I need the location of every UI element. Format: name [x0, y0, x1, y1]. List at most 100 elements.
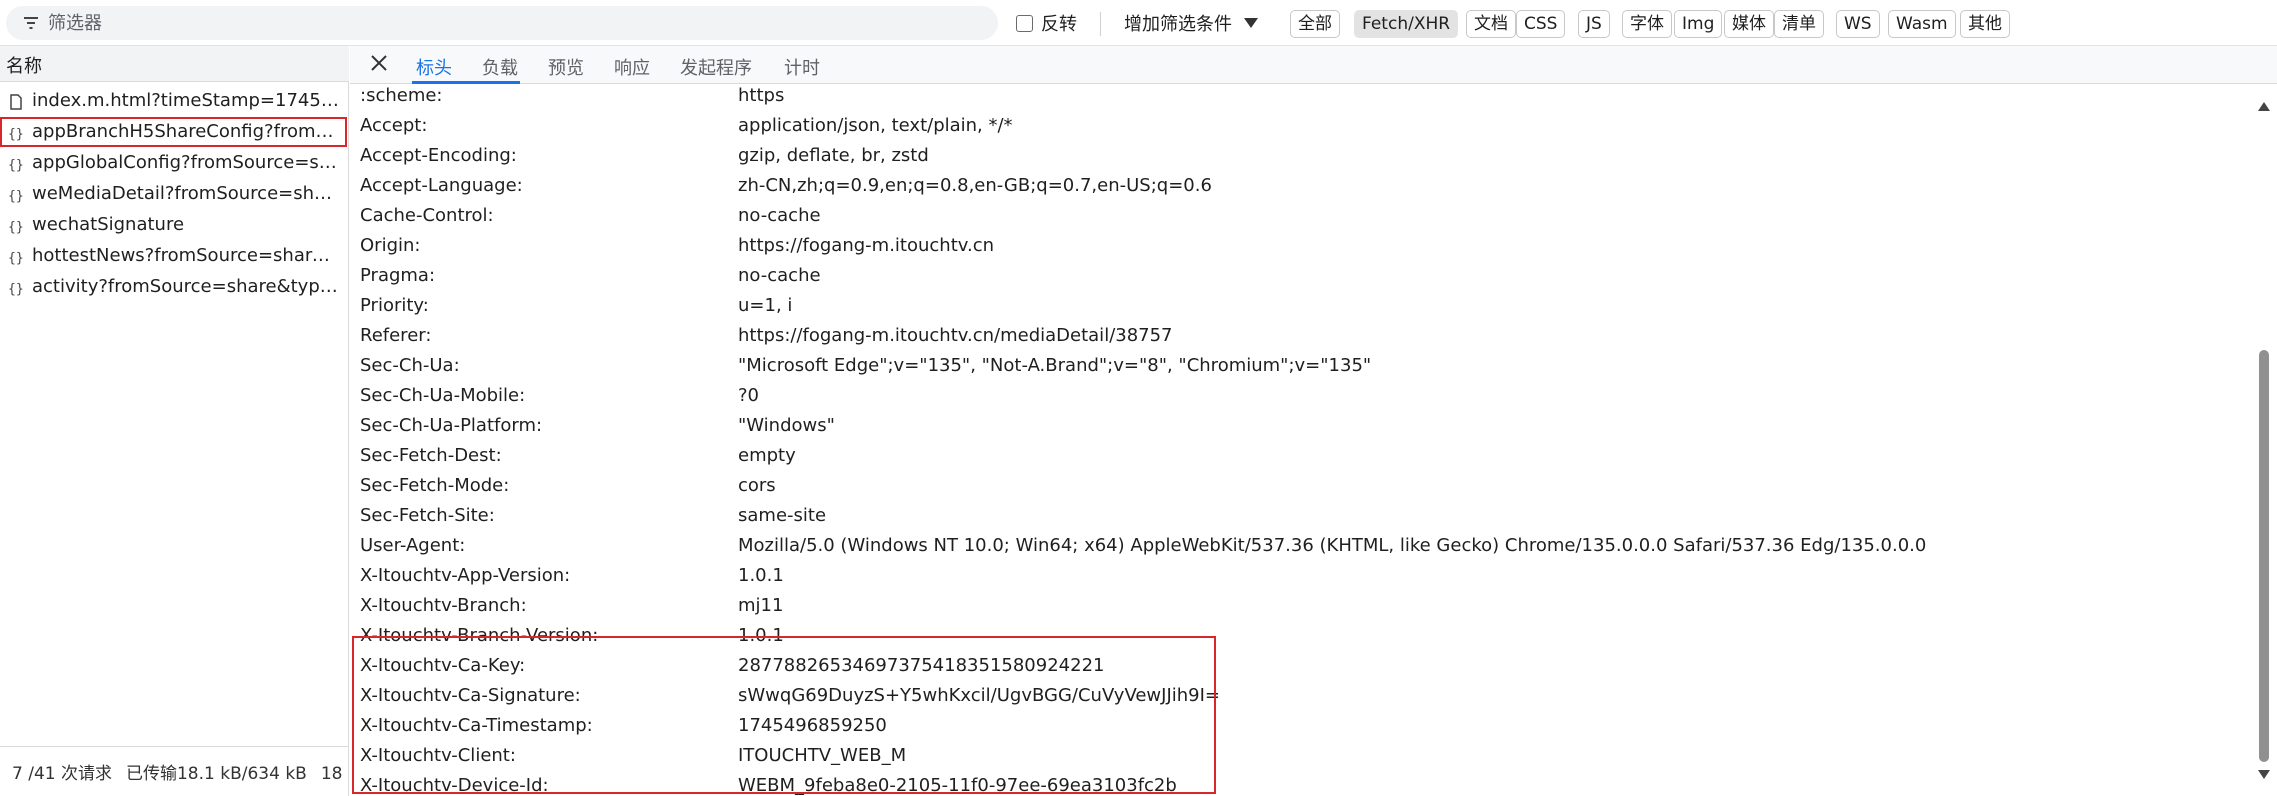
svg-text:{}: {} — [8, 251, 24, 265]
header-row: :scheme: https — [360, 84, 2210, 111]
header-value: cors — [738, 475, 776, 496]
type-filter-chip[interactable]: 字体 — [1622, 10, 1672, 38]
header-key: Accept: — [360, 115, 428, 136]
toolbar-divider — [1100, 12, 1101, 36]
invert-checkbox[interactable]: 反转 — [1016, 12, 1077, 35]
type-filter-chip[interactable]: WS — [1836, 10, 1880, 38]
checkbox-box[interactable] — [1016, 14, 1033, 32]
header-row: Origin: https://fogang-m.itouchtv.cn — [360, 231, 2210, 261]
type-filter-chip[interactable]: CSS — [1516, 10, 1566, 38]
request-details-pane: 标头 负载 预览 响应 发起程序 计时 :scheme: https Accept: appli… — [350, 46, 2277, 796]
details-tab[interactable]: 发起程序 — [680, 54, 752, 80]
header-key: Sec-Fetch-Dest: — [360, 445, 502, 466]
more-filters-dropdown[interactable]: 增加筛选条件 — [1124, 12, 1258, 35]
more-filters-label: 增加筛选条件 — [1124, 14, 1232, 35]
header-key: :scheme: — [360, 85, 443, 106]
request-row[interactable]: {} hottestNews?fromSource=share&... — [0, 241, 347, 271]
scroll-up-arrow-icon[interactable] — [2258, 102, 2270, 111]
type-filter-chip[interactable]: 其他 — [1960, 10, 2010, 38]
type-filter-chip[interactable]: 全部 — [1290, 10, 1340, 38]
header-key: Origin: — [360, 235, 421, 256]
request-list-pane: 名称 index.m.html?timeStamp=174549... {} app… — [0, 46, 349, 796]
filter-icon — [24, 17, 38, 29]
header-key: Sec-Ch-Ua: — [360, 355, 460, 376]
header-row: Referer: https://fogang-m.itouchtv.cn/med… — [360, 321, 2210, 351]
header-value: Mozilla/5.0 (Windows NT 10.0; Win64; x64… — [738, 535, 1927, 556]
request-name: appGlobalConfig?fromSource=sh... — [32, 152, 340, 173]
xhr-icon: {} — [8, 127, 24, 141]
filter-field[interactable] — [6, 6, 998, 40]
close-icon[interactable] — [368, 52, 390, 74]
type-filter-chip[interactable]: Fetch/XHR — [1354, 10, 1459, 38]
header-key: Sec-Fetch-Site: — [360, 505, 495, 526]
header-value: gzip, deflate, br, zstd — [738, 145, 929, 166]
request-name: index.m.html?timeStamp=174549... — [32, 90, 340, 111]
header-value: no-cache — [738, 205, 821, 226]
header-row: X-Itouchtv-Branch: mj11 — [360, 591, 2210, 621]
header-key: Referer: — [360, 325, 432, 346]
header-row: User-Agent: Mozilla/5.0 (Windows NT 10.0;… — [360, 531, 2210, 561]
xhr-icon: {} — [8, 189, 24, 203]
scroll-down-arrow-icon[interactable] — [2258, 770, 2270, 779]
vertical-scrollbar[interactable] — [2254, 84, 2274, 796]
filter-input[interactable] — [48, 6, 978, 40]
header-row: Pragma: no-cache — [360, 261, 2210, 291]
request-name: activity?fromSource=share&type=1 — [32, 276, 340, 297]
header-row: Accept-Encoding: gzip, deflate, br, zstd — [360, 141, 2210, 171]
header-value: zh-CN,zh;q=0.9,en;q=0.8,en-GB;q=0.7,en-U… — [738, 175, 1212, 196]
request-name: appBranchH5ShareConfig?fromSo... — [32, 121, 340, 142]
header-value: application/json, text/plain, */* — [738, 115, 1013, 136]
invert-label: 反转 — [1041, 14, 1077, 35]
request-name: weMediaDetail?fromSource=shar... — [32, 183, 340, 204]
filter-toolbar: 反转 增加筛选条件 全部 Fetch/XHR文档CSS JS 字体Img媒体清单 WS W… — [0, 0, 2277, 46]
details-tab[interactable]: 计时 — [784, 54, 820, 80]
header-value: ?0 — [738, 385, 760, 406]
details-tab[interactable]: 负载 — [482, 54, 518, 80]
request-row[interactable]: {} wechatSignature — [0, 210, 347, 240]
header-key: Sec-Ch-Ua-Mobile: — [360, 385, 526, 406]
details-tabbar: 标头 负载 预览 响应 发起程序 计时 — [350, 46, 2277, 84]
header-value: https — [738, 85, 785, 106]
request-row[interactable]: {} appBranchH5ShareConfig?fromSo... — [0, 117, 347, 147]
details-tab[interactable]: 预览 — [548, 54, 584, 80]
type-filter-chip[interactable]: 清单 — [1774, 10, 1824, 38]
scroll-thumb[interactable] — [2259, 350, 2269, 762]
header-row: Cache-Control: no-cache — [360, 201, 2210, 231]
highlight-annotation-box — [352, 636, 1216, 794]
header-key: Sec-Fetch-Mode: — [360, 475, 510, 496]
type-filter-chip[interactable]: JS — [1578, 10, 1610, 38]
header-row: Accept-Language: zh-CN,zh;q=0.9,en;q=0.8,… — [360, 171, 2210, 201]
header-key: X-Itouchtv-Branch: — [360, 595, 527, 616]
type-filter-chip[interactable]: 媒体 — [1724, 10, 1774, 38]
xhr-icon: {} — [8, 220, 24, 234]
header-row: Priority: u=1, i — [360, 291, 2210, 321]
header-key: Cache-Control: — [360, 205, 494, 226]
header-value: "Microsoft Edge";v="135", "Not-A.Brand";… — [738, 355, 1372, 376]
type-filter-chip[interactable]: Wasm — [1888, 10, 1956, 38]
summary-status-bar: 7 /41 次请求 已传输18.1 kB/634 kB 18 — [0, 746, 349, 796]
svg-text:{}: {} — [8, 220, 24, 234]
header-value: mj11 — [738, 595, 784, 616]
header-value: https://fogang-m.itouchtv.cn — [738, 235, 995, 256]
details-tab[interactable]: 标头 — [416, 54, 452, 80]
name-column-header[interactable]: 名称 — [0, 46, 349, 82]
header-row: Accept: application/json, text/plain, */* — [360, 111, 2210, 141]
request-row[interactable]: index.m.html?timeStamp=174549... — [0, 86, 347, 116]
request-row[interactable]: {} weMediaDetail?fromSource=shar... — [0, 179, 347, 209]
header-value: https://fogang-m.itouchtv.cn/mediaDetail… — [738, 325, 1173, 346]
request-row[interactable]: {} activity?fromSource=share&type=1 — [0, 272, 347, 302]
type-filter-chip[interactable]: 文档 — [1466, 10, 1516, 38]
header-row: X-Itouchtv-App-Version: 1.0.1 — [360, 561, 2210, 591]
header-row: Sec-Fetch-Dest: empty — [360, 441, 2210, 471]
header-value: u=1, i — [738, 295, 793, 316]
request-row[interactable]: {} appGlobalConfig?fromSource=sh... — [0, 148, 347, 178]
status-extra: 18 — [320, 764, 343, 784]
header-value: same-site — [738, 505, 827, 526]
type-filter-chip[interactable]: Img — [1674, 10, 1723, 38]
svg-text:{}: {} — [8, 127, 24, 141]
svg-text:{}: {} — [8, 189, 24, 203]
xhr-icon: {} — [8, 158, 24, 172]
document-icon — [10, 94, 22, 110]
details-tab[interactable]: 响应 — [614, 54, 650, 80]
header-value: 1.0.1 — [738, 565, 784, 586]
